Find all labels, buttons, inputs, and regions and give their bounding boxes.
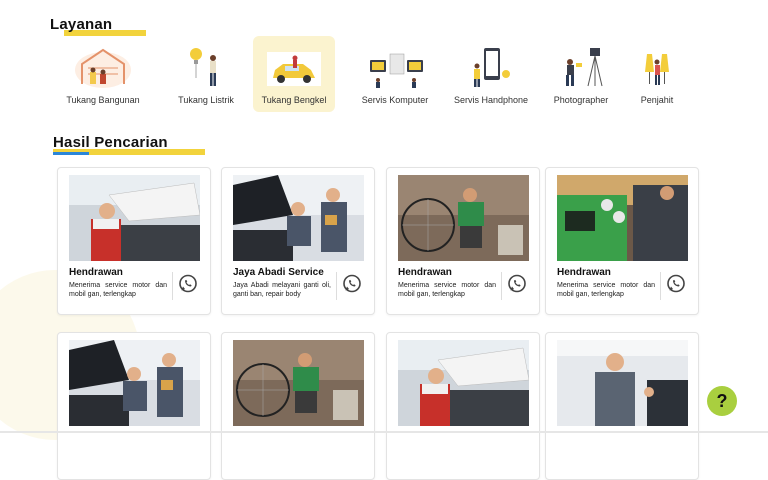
- result-description: Menerima service motor dan mobil gan, te…: [69, 282, 167, 298]
- result-photo: [557, 175, 688, 261]
- service-tukang-bengkel[interactable]: Tukang Bengkel: [253, 36, 335, 112]
- lightbulb-worker-icon: [190, 48, 216, 86]
- result-photo: [398, 175, 529, 261]
- help-button[interactable]: ?: [707, 386, 737, 416]
- service-tukang-listrik[interactable]: Tukang Listrik: [163, 36, 249, 112]
- result-photo: [69, 340, 200, 426]
- service-label: Tukang Bengkel: [261, 95, 327, 105]
- whatsapp-icon[interactable]: [506, 273, 528, 295]
- result-name: Hendrawan: [557, 267, 611, 278]
- tailor-icon: [645, 54, 669, 85]
- result-photo: [557, 340, 688, 426]
- result-name: Hendrawan: [398, 267, 452, 278]
- result-card[interactable]: [57, 332, 211, 480]
- result-description: Menerima service motor dan mobil gan, te…: [398, 282, 496, 298]
- computer-service-icon: [370, 53, 423, 88]
- car-repair-icon: [267, 52, 321, 86]
- title-underline-accent: [53, 152, 89, 155]
- result-card[interactable]: [386, 332, 540, 480]
- services-row: Tukang Bangunan Tukang Listrik Tukang Be…: [60, 36, 700, 114]
- whatsapp-icon[interactable]: [177, 273, 199, 295]
- card-divider: [172, 272, 173, 300]
- result-card[interactable]: Jaya Abadi Service Jaya Abadi melayani ga…: [221, 167, 375, 315]
- service-penjahit[interactable]: Penjahit: [614, 36, 700, 112]
- card-divider: [660, 272, 661, 300]
- result-card[interactable]: Hendrawan Menerima service motor dan mobi…: [57, 167, 211, 315]
- card-divider: [336, 272, 337, 300]
- result-name: Jaya Abadi Service: [233, 267, 324, 278]
- result-photo: [69, 175, 200, 261]
- result-card[interactable]: Hendrawan Menerima service motor dan mobi…: [545, 167, 699, 315]
- result-photo: [233, 340, 364, 426]
- result-card[interactable]: [545, 332, 699, 480]
- result-description: Menerima service motor dan mobil gan, te…: [557, 282, 655, 298]
- result-card[interactable]: Hendrawan Menerima service motor dan mobi…: [386, 167, 540, 315]
- layanan-title-text: Layanan: [50, 16, 113, 33]
- card-divider: [501, 272, 502, 300]
- service-label: Penjahit: [640, 95, 674, 105]
- result-card[interactable]: [221, 332, 375, 480]
- whatsapp-icon[interactable]: [665, 273, 687, 295]
- service-label: Tukang Bangunan: [66, 95, 140, 105]
- result-photo: [233, 175, 364, 261]
- whatsapp-icon[interactable]: [341, 273, 363, 295]
- service-tukang-bangunan[interactable]: Tukang Bangunan: [60, 36, 146, 112]
- result-description: Jaya Abadi melayani ganti oli, ganti ban…: [233, 282, 331, 298]
- result-photo: [398, 340, 529, 426]
- hasil-title-text: Hasil Pencarian: [53, 134, 168, 151]
- service-servis-handphone[interactable]: Servis Handphone: [448, 36, 534, 112]
- section-title-hasil-pencarian: Hasil Pencarian: [53, 134, 205, 155]
- service-servis-komputer[interactable]: Servis Komputer: [352, 36, 438, 112]
- camera-tripod-icon: [566, 48, 603, 87]
- result-name: Hendrawan: [69, 267, 123, 278]
- section-title-layanan: Layanan: [50, 16, 146, 36]
- house-construction-icon: [75, 48, 131, 88]
- phone-service-icon: [474, 48, 510, 87]
- service-label: Servis Komputer: [361, 95, 429, 105]
